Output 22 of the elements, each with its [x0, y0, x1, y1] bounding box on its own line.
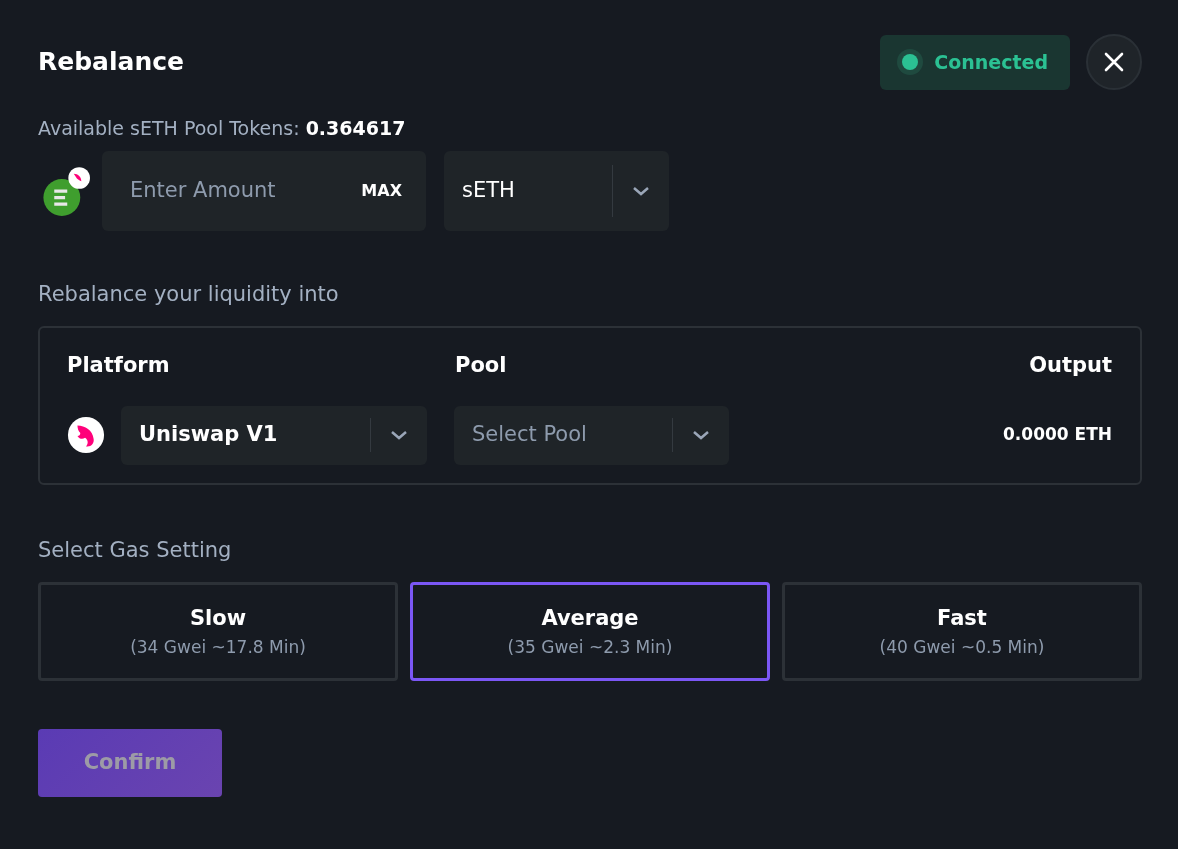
- column-header: Output: [1029, 352, 1112, 379]
- connection-status: Connected: [880, 34, 1070, 90]
- section-label: Select Gas Setting: [38, 536, 233, 564]
- gas-option[interactable]: Slow (34 Gwei ~17.8 Min): [38, 582, 398, 681]
- section-label: Rebalance your liquidity into: [38, 280, 340, 308]
- dialog-title: Rebalance: [38, 46, 184, 79]
- pool-select[interactable]: Select Pool: [454, 405, 729, 465]
- max-button[interactable]: MAX: [361, 178, 402, 203]
- gas-option[interactable]: Fast (40 Gwei ~0.5 Min): [782, 582, 1142, 681]
- column-header: Pool: [455, 352, 508, 379]
- token-select[interactable]: sETH: [444, 150, 669, 231]
- available-tokens: Available sETH Pool Tokens: 0.364617: [38, 116, 407, 141]
- chevron-down-icon: [390, 429, 408, 441]
- amount-field[interactable]: Enter Amount MAX: [102, 150, 426, 231]
- output-amount: 0.0000 ETH: [1003, 423, 1112, 447]
- chevron-down-icon: [632, 184, 650, 197]
- gas-option[interactable]: Average (35 Gwei ~2.3 Min): [410, 582, 770, 681]
- platform-select[interactable]: Uniswap V1: [121, 405, 427, 465]
- close-button[interactable]: [1086, 34, 1142, 90]
- chevron-down-icon: [692, 429, 710, 441]
- column-header: Platform: [67, 352, 171, 379]
- close-icon: [1104, 52, 1124, 72]
